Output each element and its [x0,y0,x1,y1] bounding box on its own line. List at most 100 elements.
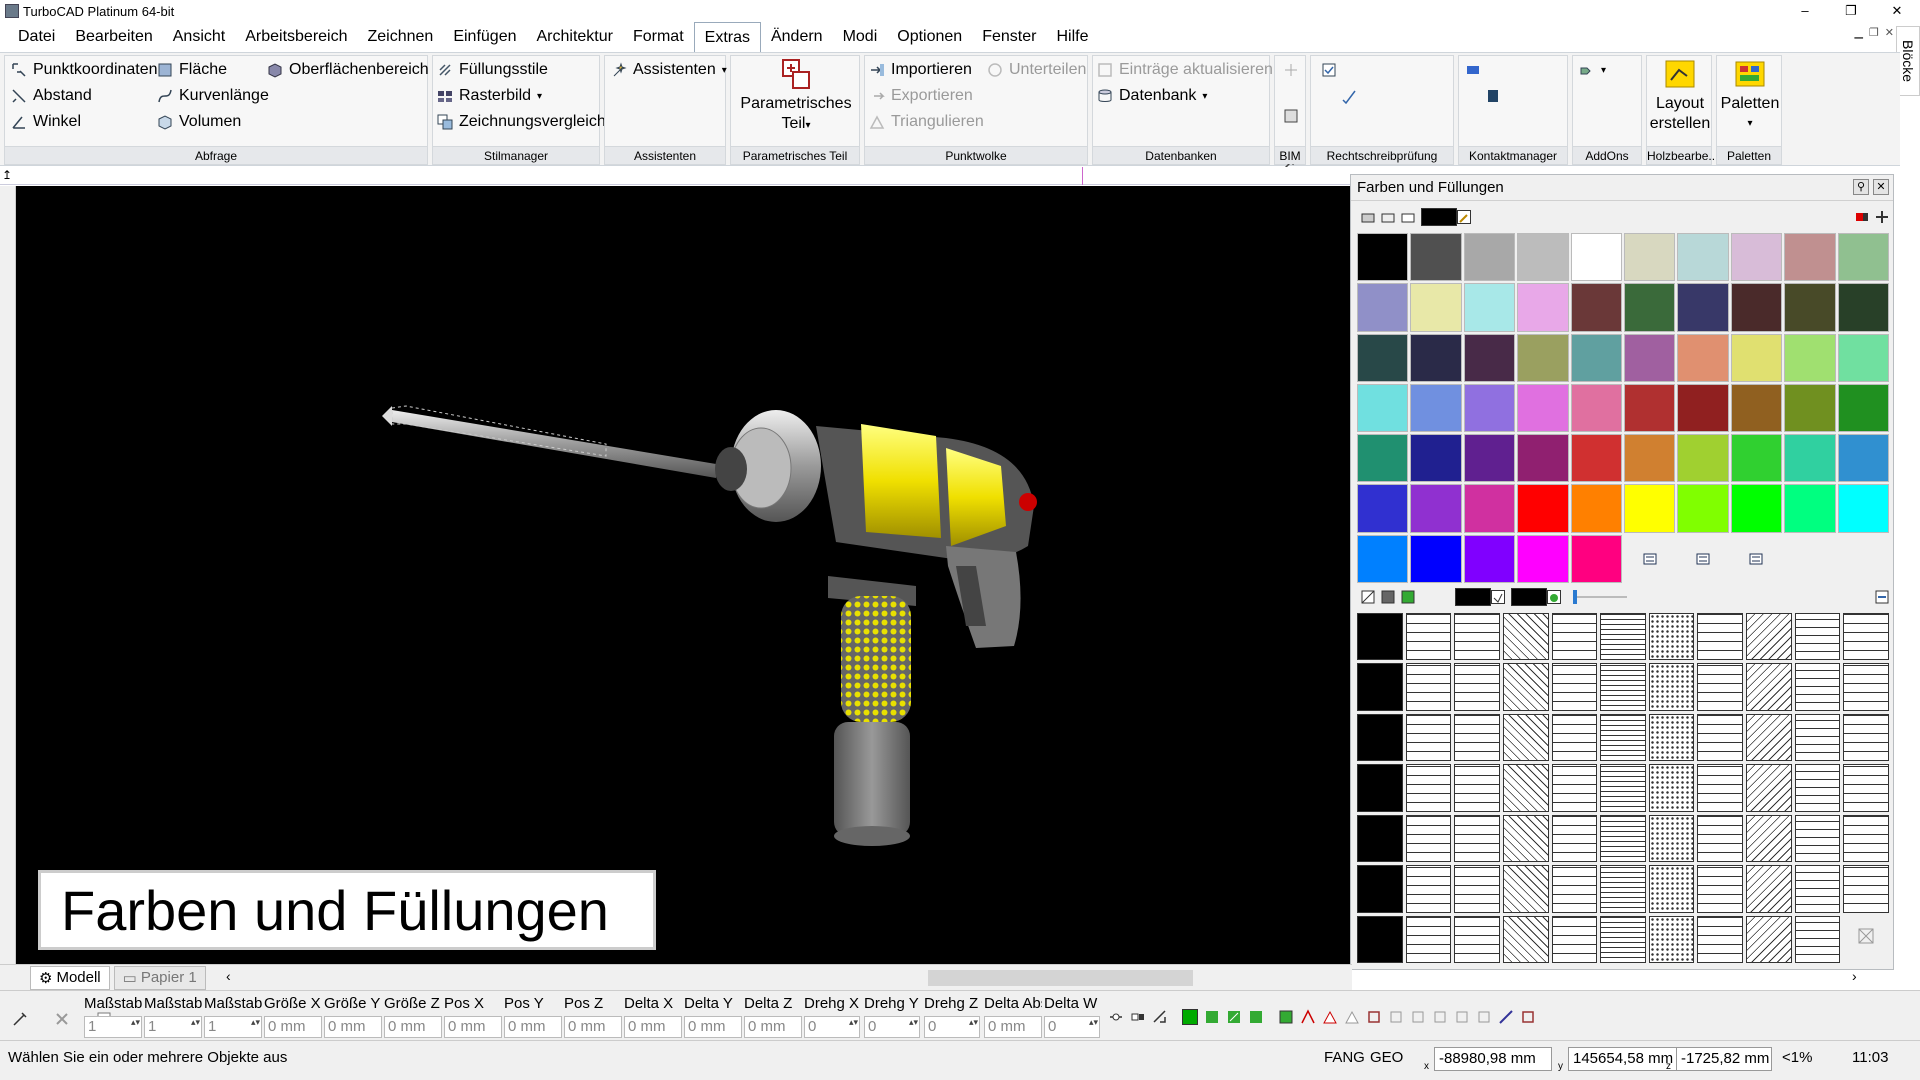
fill-tool-3-icon[interactable] [1401,590,1415,604]
scroll-right-arrow-icon[interactable]: › [1852,968,1857,984]
snap-tool-5-icon[interactable] [1204,1009,1220,1025]
exportieren-button[interactable]: Exportieren [869,84,973,108]
color-swatch[interactable] [1677,434,1729,483]
edit-tool-7-icon[interactable] [1410,1009,1426,1025]
color-swatch[interactable] [1837,383,1889,433]
fill-pattern-swatch[interactable] [1454,915,1500,963]
x-coordinate[interactable]: -88980,98 mm [1434,1047,1552,1071]
menu-architektur[interactable]: Architektur [527,24,623,50]
color-swatch[interactable] [1357,283,1409,332]
layer-color-icon[interactable] [1624,534,1676,583]
snap-tool-2-icon[interactable] [1130,1009,1146,1025]
fill-pattern-swatch[interactable] [1551,613,1598,661]
fill-pattern-swatch[interactable] [1357,713,1403,762]
fill-pattern-swatch[interactable] [1454,764,1500,812]
drawing-viewport[interactable] [16,186,1350,964]
edit-tool-3-icon[interactable] [1322,1009,1338,1025]
inspector-field-input[interactable]: 1 [84,1016,142,1038]
fill-pattern-swatch[interactable] [1405,915,1452,963]
tab-papier-1[interactable]: ▭ Papier 1 [113,965,206,990]
menu-hilfe[interactable]: Hilfe [1046,24,1098,50]
color-swatch[interactable] [1463,383,1516,433]
color-swatch[interactable] [1570,383,1622,433]
fill-pattern-swatch[interactable] [1648,713,1695,762]
menu-modi[interactable]: Modi [833,24,888,50]
fill-pattern-swatch[interactable] [1502,814,1549,863]
fill-pattern-swatch[interactable] [1648,915,1695,963]
edit-tool-9-icon[interactable] [1454,1009,1470,1025]
y-coordinate[interactable]: 145654,58 mm [1568,1047,1678,1071]
color-swatch[interactable] [1517,383,1569,433]
snap-mode-geo[interactable]: GEO [1370,1049,1403,1066]
fill-pattern-swatch[interactable] [1843,713,1889,762]
menu-bearbeiten[interactable]: Bearbeiten [65,24,162,50]
horizontal-scrollbar-thumb[interactable] [928,970,1193,986]
menu-extras[interactable]: Extras [693,22,761,52]
fill-pattern-swatch[interactable] [1405,713,1452,762]
snap-tool-1-icon[interactable] [1108,1009,1124,1025]
color-swatch[interactable] [1784,434,1836,483]
fill-pattern-swatch[interactable] [1746,814,1792,863]
fill-pattern-swatch[interactable] [1551,915,1598,963]
color-option-b-icon[interactable] [1875,210,1889,224]
inspector-field-input[interactable]: 0 mm [504,1016,562,1038]
color-tool-2-icon[interactable] [1381,210,1395,224]
contact-book-icon[interactable] [1485,88,1501,104]
color-swatch[interactable] [1837,434,1889,483]
edit-tool-1-icon[interactable] [1278,1009,1294,1025]
fill-pattern-swatch[interactable] [1405,613,1452,661]
color-swatch[interactable] [1357,233,1409,282]
color-swatch[interactable] [1784,283,1836,332]
z-coordinate[interactable]: -1725,82 mm [1676,1047,1772,1071]
color-swatch[interactable] [1517,283,1569,332]
inspector-field-input[interactable]: 0 mm [384,1016,442,1038]
fill-pattern-swatch[interactable] [1794,663,1841,711]
color-swatch[interactable] [1730,333,1783,382]
color-swatch[interactable] [1730,383,1783,433]
fill-pattern-swatch[interactable] [1746,865,1792,913]
fill-pattern-swatch[interactable] [1454,865,1500,913]
color-swatch[interactable] [1677,233,1729,282]
snap-mode-fang[interactable]: FANG [1324,1049,1365,1066]
color-swatch[interactable] [1624,383,1676,433]
color-swatch[interactable] [1463,434,1516,483]
fill-pattern-swatch[interactable] [1454,814,1500,863]
color-swatch[interactable] [1570,534,1622,583]
fill-pattern-swatch[interactable] [1746,663,1792,711]
color-swatch[interactable] [1677,283,1729,332]
menu-fenster[interactable]: Fenster [972,24,1046,50]
menu-arbeitsbereich[interactable]: Arbeitsbereich [235,24,357,50]
color-swatch[interactable] [1410,233,1462,282]
fill-pattern-swatch[interactable] [1746,915,1792,963]
color-swatch[interactable] [1410,484,1462,533]
color-swatch[interactable] [1463,283,1516,332]
fill-pattern-swatch[interactable] [1357,814,1403,863]
edit-tool-11-icon[interactable] [1498,1009,1514,1025]
inspector-field-input[interactable]: 0 mm [324,1016,382,1038]
datenbank-button[interactable]: Datenbank ▾ [1097,84,1207,108]
inspector-field-input[interactable]: 0 [804,1016,860,1038]
triangulieren-button[interactable]: Triangulieren [869,110,984,134]
inspector-field-input[interactable]: 0 mm [744,1016,802,1038]
color-swatch[interactable] [1624,484,1676,533]
snap-tool-6-icon[interactable] [1226,1009,1242,1025]
fill-pattern-swatch[interactable] [1697,613,1744,661]
unterteilen-button[interactable]: Unterteilen [987,58,1086,82]
edit-tool-5-icon[interactable] [1366,1009,1382,1025]
paletten-button[interactable]: Paletten ▾ [1717,58,1783,134]
color-swatch[interactable] [1837,283,1889,332]
menu-ansicht[interactable]: Ansicht [163,24,235,50]
fill-pattern-swatch[interactable] [1794,713,1841,762]
fill-pattern-swatch[interactable] [1502,865,1549,913]
maximize-button[interactable]: ❐ [1828,0,1874,22]
fill-color-dropdown-icon[interactable] [1491,590,1505,604]
color-swatch[interactable] [1837,233,1889,282]
color-swatch[interactable] [1784,233,1836,282]
color-options-icon[interactable] [1730,534,1783,583]
fill-pattern-swatch[interactable] [1600,814,1646,863]
eintraege-aktualisieren-button[interactable]: Einträge aktualisieren [1097,58,1273,82]
fill-pattern-swatch[interactable] [1502,764,1549,812]
color-swatch[interactable] [1357,383,1409,433]
zeichnungsvergleich-button[interactable]: Zeichnungsvergleich [437,110,606,134]
fill-pattern-swatch[interactable] [1746,764,1792,812]
